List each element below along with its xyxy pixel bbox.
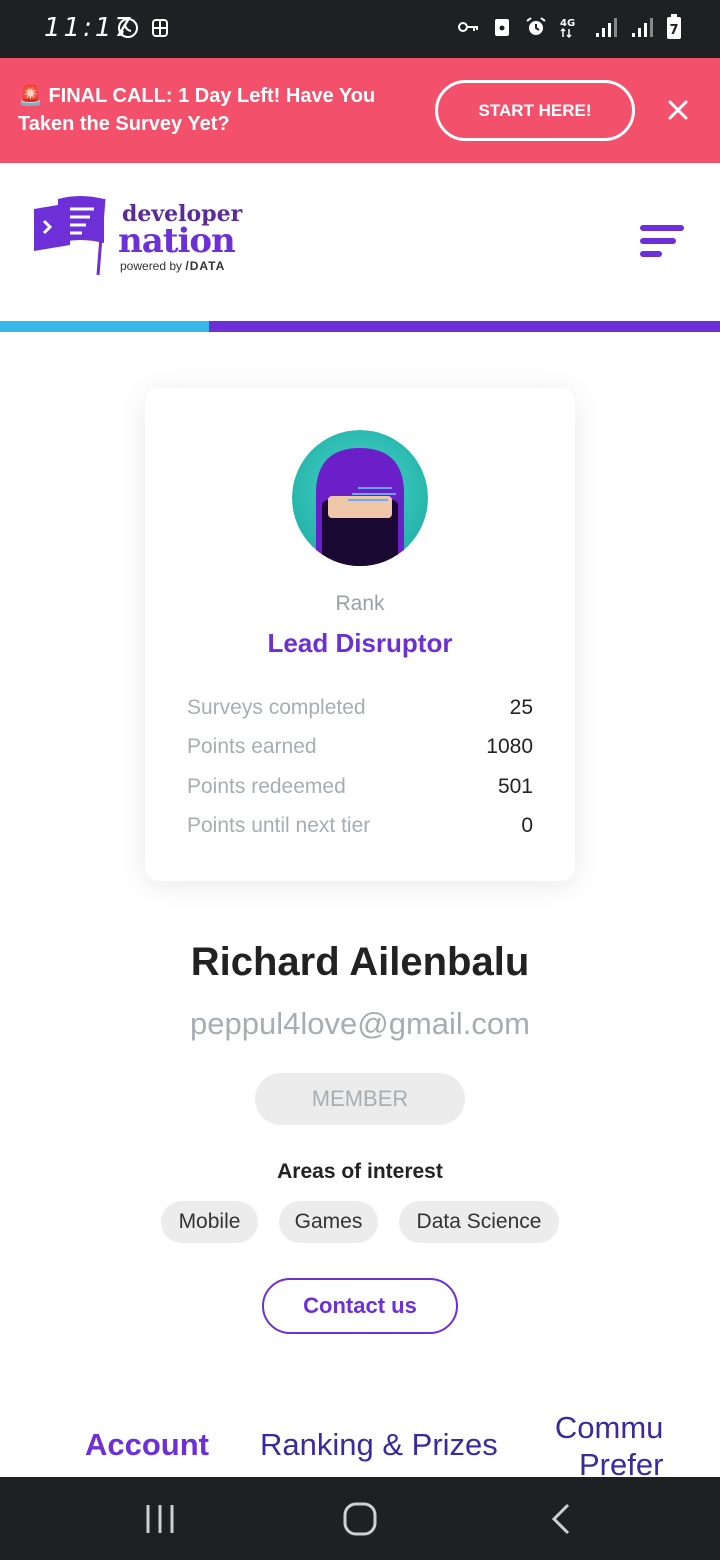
recent-apps-icon[interactable] bbox=[140, 1501, 180, 1537]
progress-bar bbox=[0, 321, 720, 332]
back-icon[interactable] bbox=[542, 1501, 582, 1537]
rank-value: Lead Disruptor bbox=[267, 628, 453, 658]
system-nav-bar bbox=[0, 1477, 720, 1560]
user-email: peppul4love@gmail.com bbox=[190, 1006, 530, 1041]
home-icon[interactable] bbox=[340, 1501, 380, 1537]
signal-icon-2 bbox=[632, 18, 653, 37]
siren-icon: 🚨 bbox=[18, 85, 43, 107]
survey-banner: 🚨 FINAL CALL: 1 Day Left! Have You Taken… bbox=[0, 58, 720, 163]
app-notification-icon bbox=[152, 19, 168, 37]
vpn-key-icon bbox=[458, 22, 478, 32]
avatar bbox=[292, 430, 428, 566]
profile-card: Rank Lead Disruptor Surveys completed 25… bbox=[145, 388, 575, 881]
stat-row: Points redeemed 501 bbox=[187, 767, 533, 807]
whatsapp-icon bbox=[118, 18, 138, 38]
stat-value: 501 bbox=[497, 774, 533, 798]
logo-text-nation: nation bbox=[118, 221, 236, 261]
site-header: developer nation powered by /DATA bbox=[0, 163, 720, 321]
stat-value: 25 bbox=[509, 695, 533, 719]
interests-title: Areas of interest bbox=[277, 1160, 443, 1183]
banner-message-text: FINAL CALL: 1 Day Left! Have You Taken t… bbox=[18, 85, 376, 135]
profile-tabs: Account Ranking & Prizes Commu Prefer bbox=[0, 1405, 720, 1477]
progress-fill bbox=[0, 321, 209, 332]
lock-icon bbox=[495, 19, 509, 36]
tab-communication-preferences[interactable]: Commu Prefer bbox=[553, 1409, 664, 1477]
stat-row: Surveys completed 25 bbox=[187, 688, 533, 728]
tab-ranking-prizes[interactable]: Ranking & Prizes bbox=[260, 1427, 498, 1463]
stat-label: Surveys completed bbox=[187, 695, 366, 719]
tab-account[interactable]: Account bbox=[85, 1427, 209, 1463]
hamburger-menu-icon[interactable] bbox=[638, 221, 686, 261]
network-4g-icon: 4G bbox=[560, 18, 575, 39]
rank-label: Rank bbox=[335, 592, 385, 615]
stat-row: Points until next tier 0 bbox=[187, 807, 533, 847]
banner-message: 🚨 FINAL CALL: 1 Day Left! Have You Taken… bbox=[18, 82, 418, 138]
tab-comm-line1: Commu bbox=[554, 1410, 664, 1445]
stat-label: Points until next tier bbox=[187, 814, 371, 838]
svg-text:4G: 4G bbox=[560, 18, 575, 29]
start-here-button[interactable]: START HERE! bbox=[435, 80, 635, 141]
tab-comm-line2: Prefer bbox=[579, 1447, 664, 1477]
stats-list: Surveys completed 25 Points earned 1080 … bbox=[187, 688, 533, 846]
alarm-icon bbox=[526, 17, 546, 35]
signal-icon bbox=[596, 18, 617, 37]
contact-us-button[interactable]: Contact us bbox=[262, 1278, 458, 1334]
interest-chip-mobile: Mobile bbox=[161, 1201, 258, 1243]
interest-chip-games: Games bbox=[279, 1201, 378, 1243]
stat-label: Points redeemed bbox=[187, 774, 346, 798]
user-name: Richard Ailenbalu bbox=[190, 940, 530, 984]
stat-row: Points earned 1080 bbox=[187, 728, 533, 768]
close-icon[interactable] bbox=[664, 96, 692, 124]
stat-value: 1080 bbox=[486, 735, 533, 759]
svg-text:7: 7 bbox=[669, 23, 678, 38]
developer-nation-logo[interactable]: developer nation powered by /DATA bbox=[30, 195, 250, 277]
member-role-badge: MEMBER bbox=[255, 1073, 465, 1125]
logo-powered-by: powered by /DATA bbox=[120, 259, 226, 273]
stat-value: 0 bbox=[521, 814, 533, 838]
flag-logo-icon bbox=[34, 196, 106, 276]
stat-label: Points earned bbox=[187, 735, 317, 759]
status-bar: 11:17 4G 7 bbox=[0, 0, 720, 58]
interest-chip-data-science: Data Science bbox=[399, 1201, 559, 1243]
battery-icon: 7 bbox=[667, 14, 681, 39]
